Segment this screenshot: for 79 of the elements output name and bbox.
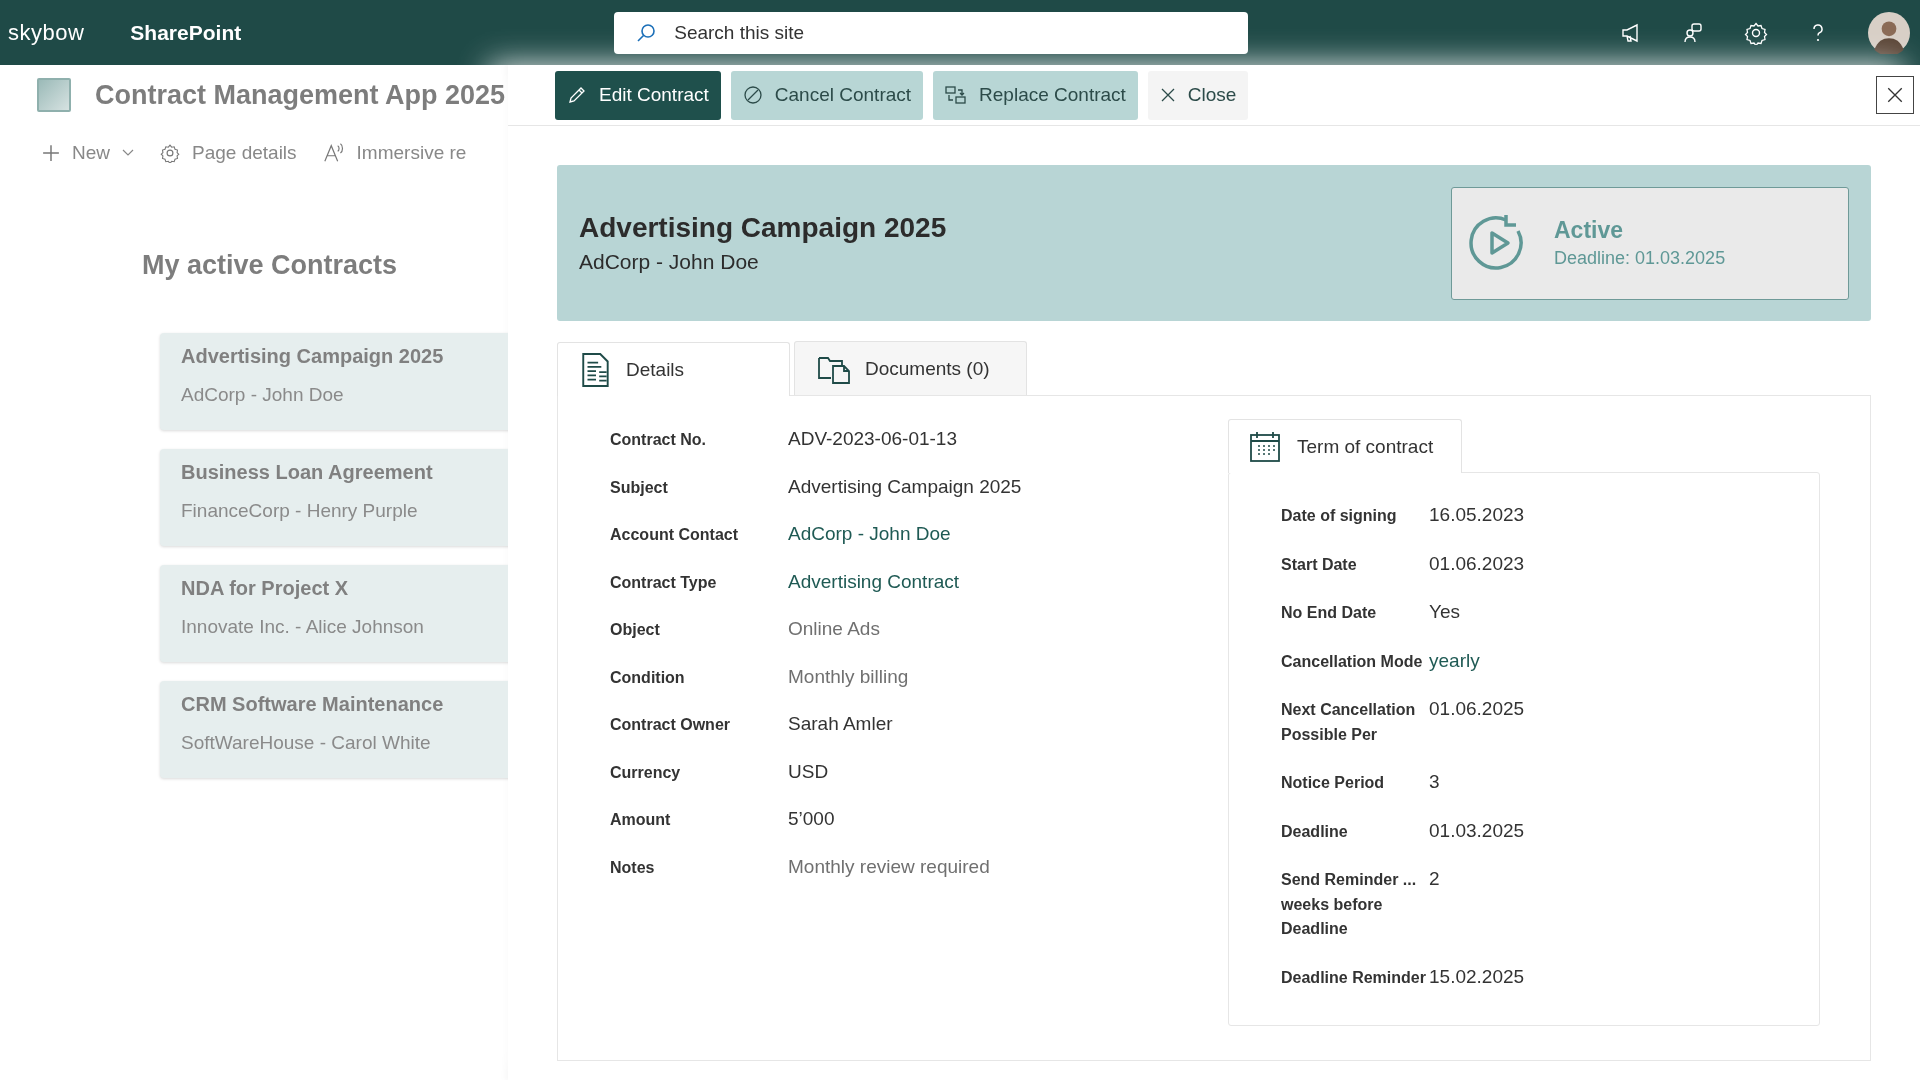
field-label: Amount (610, 811, 672, 829)
field-link[interactable]: AdCorp - John Doe (788, 523, 951, 545)
field-label: Deadline Reminder (1281, 967, 1427, 988)
field-link[interactable]: Advertising Contract (788, 570, 960, 593)
command-button[interactable]: New (42, 142, 134, 164)
field-link[interactable]: yearly (1429, 648, 1480, 673)
search-field[interactable]: Search this site (614, 11, 1249, 54)
deadline-label: Deadline: 01.03.2025 (1554, 248, 1726, 269)
settings-icon[interactable] (1744, 20, 1768, 45)
field-value: Advertising Campaign 2025 (788, 475, 1022, 498)
field-label: Next Cancellation Possible Per (1281, 700, 1417, 745)
field-label: Account Contact (610, 526, 739, 544)
contract-title: Advertising Campaign 2025 (579, 212, 947, 244)
field-label: Contract Owner (610, 716, 731, 734)
field-value: 01.06.2023 (1429, 551, 1525, 576)
plus-icon (42, 144, 60, 162)
card-subtitle: AdCorp - John Doe (181, 384, 345, 406)
field-label: No End Date (1281, 603, 1378, 623)
site-title[interactable]: Contract Management App 2025 (95, 79, 506, 111)
toolbar-button[interactable]: Cancel Contract (730, 70, 924, 120)
replace-icon (945, 85, 968, 105)
contract-subtitle: AdCorp - John Doe (579, 250, 760, 274)
field-value: Monthly review required (788, 855, 990, 878)
pencil-icon (567, 85, 587, 105)
card-subtitle: Innovate Inc. - Alice Johnson (181, 616, 425, 638)
prohibited-icon (742, 85, 763, 105)
tab[interactable]: Details (557, 342, 790, 396)
chevron-icon (122, 149, 134, 157)
field-value: 2 (1429, 867, 1440, 891)
close-icon (1159, 87, 1176, 103)
toolbar-button[interactable]: Close (1147, 70, 1249, 120)
field-value: Online Ads (788, 618, 880, 640)
field-value: 15.02.2025 (1429, 964, 1525, 989)
close-icon (1886, 86, 1904, 104)
command-button[interactable]: Immersive re (322, 142, 467, 164)
close-button[interactable] (1876, 76, 1914, 114)
toolbar-button[interactable]: Edit Contract (555, 70, 721, 120)
field-value: Yes (1429, 600, 1460, 624)
tab[interactable]: Documents (0) (794, 341, 1027, 395)
logo[interactable]: skybow (8, 19, 85, 46)
field-label: Object (610, 621, 661, 639)
card-subtitle: SoftWareHouse - Carol White (181, 732, 432, 754)
field-value: 01.06.2025 (1429, 697, 1525, 721)
read-aloud-icon (322, 142, 345, 164)
field-value: 3 (1429, 770, 1440, 794)
calendar-icon (1249, 430, 1281, 463)
avatar-icon[interactable] (1868, 11, 1910, 54)
card-subtitle: FinanceCorp - Henry Purple (181, 500, 419, 522)
field-label: Subject (610, 478, 669, 497)
card-title: CRM Software Maintenance (181, 693, 445, 716)
status-label: Active (1554, 217, 1625, 244)
field-label: Notes (610, 858, 656, 877)
document-list-icon (580, 352, 612, 387)
section-title: My active Contracts (142, 250, 399, 281)
field-label: Currency (610, 763, 682, 782)
field-value: 16.05.2023 (1429, 503, 1525, 527)
card-title: Advertising Campaign 2025 (181, 345, 445, 368)
gear-icon (160, 143, 180, 163)
field-value: Monthly billing (788, 665, 909, 688)
field-label: Contract Type (610, 573, 718, 592)
field-label: Deadline (1281, 821, 1349, 842)
field-label: Condition (610, 668, 686, 687)
term-tab[interactable]: Term of contract (1228, 419, 1462, 473)
field-label: Notice Period (1281, 773, 1386, 793)
field-label: Date of signing (1281, 506, 1398, 526)
card-title: Business Loan Agreement (181, 461, 434, 484)
field-label: Start Date (1281, 554, 1358, 575)
toolbar-button[interactable]: Replace Contract (933, 70, 1138, 120)
field-value: 5’000 (788, 808, 835, 830)
field-label: Send Reminder ... weeks before Deadline (1281, 870, 1418, 939)
field-value: USD (788, 760, 829, 783)
field-value: 01.03.2025 (1429, 818, 1525, 843)
field-label: Contract No. (610, 431, 707, 449)
field-label: Cancellation Mode (1281, 651, 1424, 672)
card-title: NDA for Project X (181, 577, 350, 600)
command-button[interactable]: Page details (160, 142, 297, 164)
field-value: ADV-2023-06-01-13 (788, 428, 957, 450)
app-name[interactable]: SharePoint (130, 20, 242, 45)
field-value: Sarah Amler (788, 713, 893, 735)
